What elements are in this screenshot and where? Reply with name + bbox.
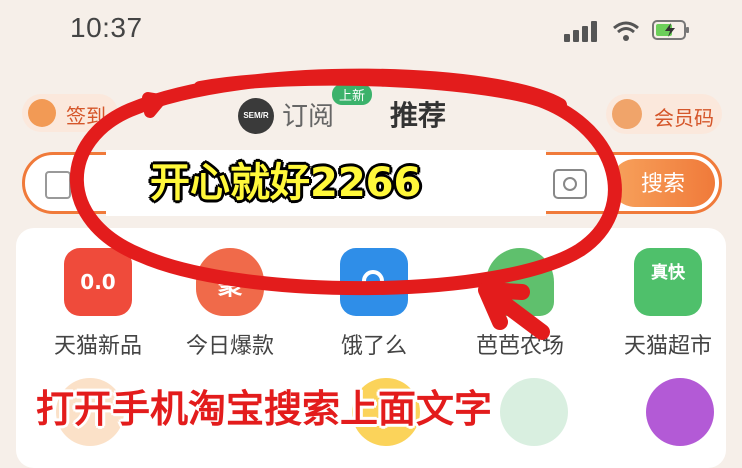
search-hint-overlay: 开心就好2266 [150, 160, 422, 206]
quick-entry-tmall-supermarket[interactable]: 真快 天猫超市 [600, 248, 736, 360]
member-code-button[interactable]: 会员码 [606, 94, 722, 134]
subscribe-logo-icon: SEM/R [238, 98, 274, 134]
top-tabs-row: 签到 SEM/R 订阅 上新 推荐 会员码 [0, 84, 742, 140]
tab-subscribe-label: 订阅 [282, 102, 335, 132]
quick-entry-label: 饿了么 [340, 334, 407, 359]
quick-entry-tmall-new[interactable]: 0.0 天猫新品 [30, 248, 166, 360]
status-time: 10:37 [70, 12, 143, 43]
hot-deal-icon: 聚 [196, 248, 264, 316]
camera-icon[interactable] [553, 169, 587, 199]
quick-entry-eleme[interactable]: 饿了么 [306, 248, 442, 360]
eleme-icon [340, 248, 408, 316]
search-button[interactable]: 搜索 [611, 159, 715, 207]
new-badge: 上新 [332, 84, 373, 105]
wifi-icon [613, 21, 639, 41]
quick-entry-label: 天猫超市 [623, 334, 712, 359]
quick-entry-farm[interactable]: 芭芭农场 [452, 248, 588, 360]
farm-icon [486, 248, 554, 316]
member-code-label: 会员码 [654, 106, 714, 130]
tmall-new-icon: 0.0 [64, 248, 132, 316]
quick-entry-label: 今日爆款 [185, 334, 274, 359]
row2-icon[interactable] [500, 378, 568, 446]
instruction-caption: 打开手机淘宝搜索上面文字 [36, 387, 493, 431]
quick-entry-label: 天猫新品 [53, 334, 142, 359]
scan-icon[interactable] [45, 171, 71, 199]
quick-entry-hot-deals[interactable]: 聚 今日爆款 [162, 248, 298, 360]
tab-recommend[interactable]: 推荐 [390, 94, 446, 134]
battery-icon [652, 20, 689, 40]
status-icons [564, 16, 694, 46]
sign-in-icon [28, 99, 56, 127]
sign-in-label: 签到 [66, 104, 106, 128]
quick-entry-label: 芭芭农场 [475, 334, 564, 359]
sign-in-button[interactable]: 签到 [22, 94, 118, 132]
signal-icon [564, 20, 600, 42]
member-code-icon [612, 99, 642, 129]
row2-icon[interactable] [646, 378, 714, 446]
tmall-supermarket-icon: 真快 [634, 248, 702, 316]
